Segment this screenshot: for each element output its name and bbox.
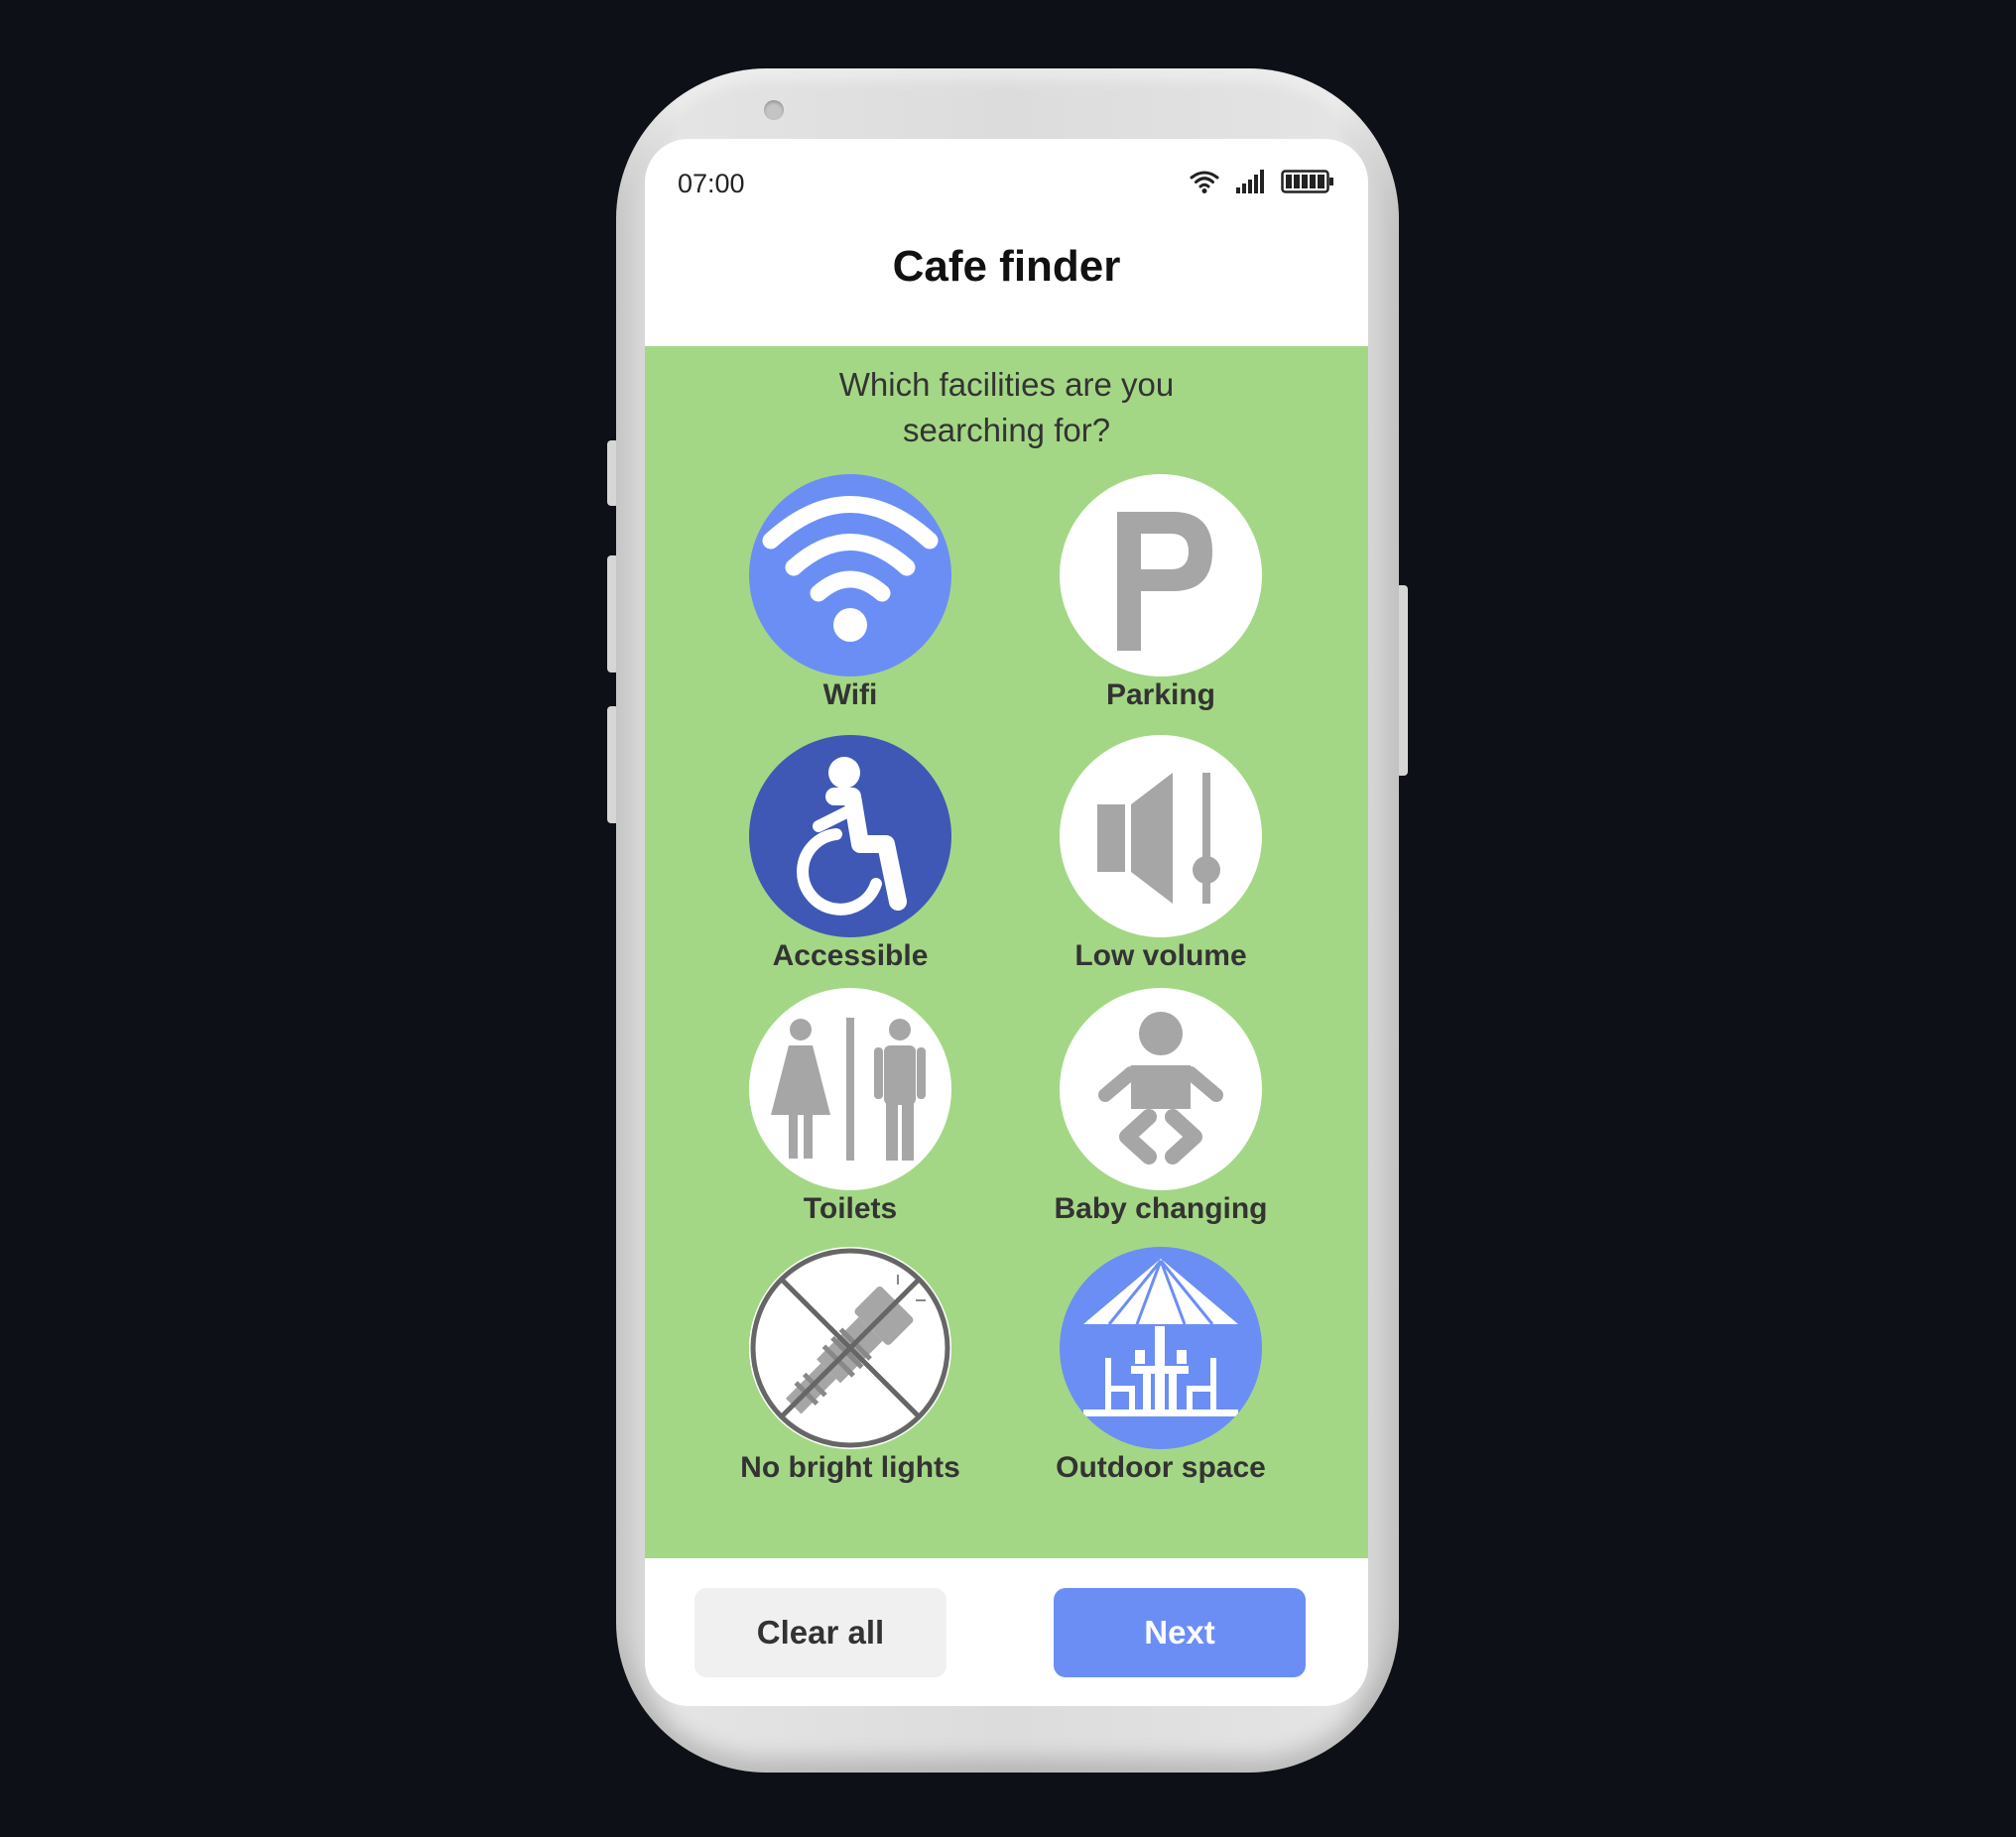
baby-icon [1098, 1012, 1223, 1164]
no-bright-lights-option-circle[interactable] [749, 1247, 951, 1449]
low-volume-option-circle[interactable] [1060, 735, 1262, 937]
wheelchair-icon [797, 757, 907, 916]
toilets-option-circle[interactable] [749, 988, 951, 1190]
facility-label: Outdoor space [1056, 1451, 1266, 1484]
outdoor-space-option-circle[interactable] [1060, 1247, 1262, 1449]
facility-label: Wifi [822, 678, 878, 711]
no-flashlight-icon [750, 1248, 950, 1448]
battery-icon [1281, 169, 1334, 199]
outdoor-umbrella-table-icon [1083, 1259, 1238, 1416]
baby-changing-option-circle[interactable] [1060, 988, 1262, 1190]
facility-baby-changing[interactable]: Baby changing [1032, 988, 1290, 1226]
wifi-option-circle[interactable] [749, 474, 951, 676]
signal-icon [1235, 169, 1265, 199]
facility-label: Accessible [772, 939, 929, 972]
parking-option-circle[interactable] [1060, 474, 1262, 676]
front-camera [764, 100, 784, 120]
toilets-icon [771, 1018, 926, 1161]
facility-parking[interactable]: Parking [1032, 474, 1290, 712]
facility-low-volume[interactable]: Low volume [1032, 735, 1290, 973]
facilities-panel: Which facilities are you searching for? … [645, 346, 1368, 1558]
wifi-icon [762, 496, 939, 642]
facility-accessible[interactable]: Accessible [721, 735, 979, 973]
speaker-volume-icon [1097, 773, 1220, 904]
wifi-status-icon [1190, 169, 1219, 199]
facility-wifi[interactable]: Wifi [721, 474, 979, 712]
accessible-option-circle[interactable] [749, 735, 951, 937]
facility-label: Toilets [803, 1192, 898, 1225]
facility-label: Parking [1105, 678, 1216, 711]
facilities-question: Which facilities are you searching for? [645, 362, 1368, 453]
status-icons [1190, 169, 1334, 199]
facility-toilets[interactable]: Toilets [721, 988, 979, 1226]
parking-icon [1117, 512, 1212, 651]
facility-no-bright-lights[interactable]: No bright lights [721, 1247, 979, 1485]
phone-screen: 07:00 Cafe finder Which facilities are y… [645, 139, 1368, 1706]
facility-outdoor-space[interactable]: Outdoor space [1032, 1247, 1290, 1485]
next-button[interactable]: Next [1054, 1588, 1306, 1677]
facility-label: Baby changing [1054, 1192, 1268, 1225]
facility-label: No bright lights [740, 1451, 960, 1484]
page-title: Cafe finder [892, 242, 1121, 291]
question-line-2: searching for? [902, 412, 1111, 448]
clear-all-button[interactable]: Clear all [694, 1588, 946, 1677]
question-line-1: Which facilities are you [838, 366, 1175, 403]
status-time: 07:00 [678, 169, 745, 198]
facility-label: Low volume [1074, 939, 1247, 972]
